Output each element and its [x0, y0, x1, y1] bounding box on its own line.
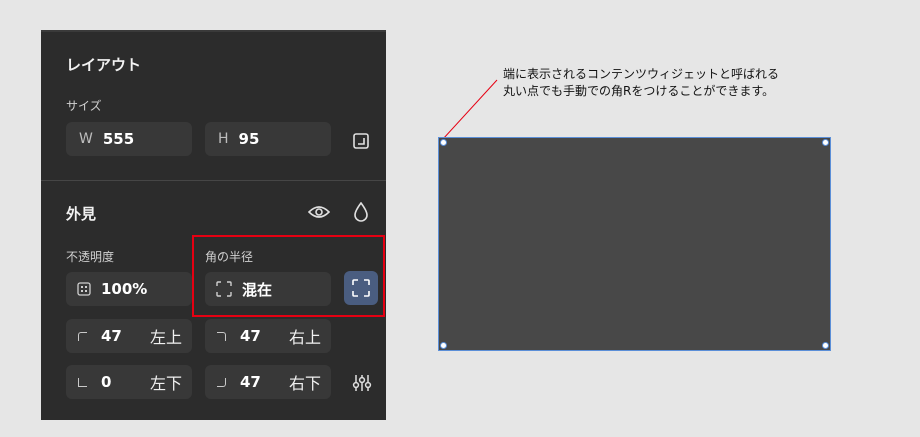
bottom-left-corner-icon	[78, 377, 87, 387]
top-left-corner-icon	[78, 331, 87, 341]
appearance-section-title: 外見	[66, 205, 97, 223]
top-right-corner-icon	[217, 331, 226, 341]
properties-panel: レイアウト サイズ W 555 H 95 外見 不透明度 角の半径 100% 混…	[41, 30, 386, 420]
selected-widget[interactable]	[438, 137, 831, 351]
height-value: 95	[238, 130, 260, 148]
width-field[interactable]: W 555	[66, 122, 192, 156]
size-label: サイズ	[66, 99, 102, 113]
section-divider	[41, 180, 386, 181]
annotation-leader-line	[442, 79, 498, 140]
bottom-right-handle[interactable]	[822, 342, 829, 349]
width-value: 555	[102, 130, 135, 148]
bottom-left-radius-field[interactable]: 0 左下	[66, 365, 192, 399]
top-right-radius-value: 47	[240, 327, 261, 345]
bottom-left-radius-value: 0	[101, 373, 112, 391]
annotation-line-1: 端に表示されるコンテンツウィジェットと呼ばれる	[503, 67, 780, 81]
canvas-annotation: 端に表示されるコンテンツウィジェットと呼ばれる 丸い点でも手動での角Rをつけるこ…	[503, 66, 779, 100]
top-right-label: 右上	[288, 328, 321, 347]
opacity-icon	[77, 282, 91, 296]
height-field[interactable]: H 95	[205, 122, 331, 156]
drop-icon[interactable]	[351, 200, 371, 224]
top-right-radius-field[interactable]: 47 右上	[205, 319, 331, 353]
bottom-left-label: 左下	[149, 374, 182, 393]
annotation-line-2: 丸い点でも手動での角Rをつけることができます。	[503, 84, 775, 98]
opacity-value: 100%	[101, 280, 148, 298]
opacity-label: 不透明度	[66, 250, 115, 264]
width-prefix: W	[79, 131, 93, 147]
bottom-right-radius-field[interactable]: 47 右下	[205, 365, 331, 399]
corner-radius-highlight	[192, 235, 385, 317]
bottom-right-radius-value: 47	[240, 373, 261, 391]
top-left-radius-field[interactable]: 47 左上	[66, 319, 192, 353]
eye-icon[interactable]	[307, 201, 331, 223]
bottom-right-corner-icon	[217, 377, 226, 387]
opacity-field[interactable]: 100%	[66, 272, 192, 306]
top-right-handle[interactable]	[822, 139, 829, 146]
sliders-icon[interactable]	[350, 372, 374, 394]
bottom-left-handle[interactable]	[440, 342, 447, 349]
layout-section-title: レイアウト	[66, 56, 142, 74]
height-prefix: H	[218, 131, 229, 147]
resize-to-fit-icon[interactable]	[350, 130, 372, 152]
top-left-handle[interactable]	[440, 139, 447, 146]
top-left-radius-value: 47	[101, 327, 122, 345]
top-left-label: 左上	[149, 328, 182, 347]
bottom-right-label: 右下	[288, 374, 321, 393]
